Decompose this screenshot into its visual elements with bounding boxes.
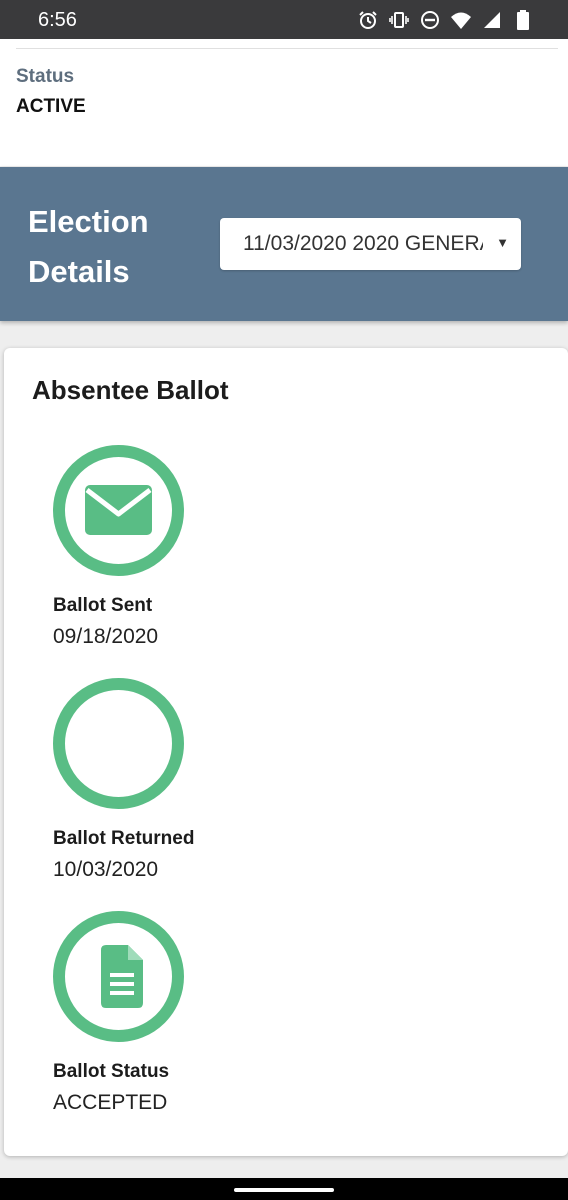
battery-icon: [512, 9, 534, 31]
empty-circle-icon: [53, 678, 184, 809]
ballot-status-step: Ballot Status ACCEPTED: [53, 911, 353, 1121]
do-not-disturb-icon: [419, 9, 441, 31]
status-label: Status: [16, 66, 75, 87]
ballot-sent-step: Ballot Sent 09/18/2020: [53, 445, 353, 655]
vibrate-icon: [388, 9, 410, 31]
navigation-bar: [0, 1178, 568, 1200]
wifi-icon: [450, 9, 472, 31]
ballot-status-value: ACCEPTED: [53, 1091, 168, 1114]
dropdown-arrow-icon: ▼: [496, 235, 509, 250]
election-details-title: Election Details: [28, 204, 149, 289]
election-details-header: Election Details 11/03/2020 2020 GENERAL…: [0, 167, 568, 321]
signal-icon: [481, 9, 503, 31]
home-gesture-handle[interactable]: [234, 1188, 334, 1192]
ballot-status-label: Ballot Status: [53, 1061, 170, 1082]
ballot-returned-date: 10/03/2020: [53, 858, 159, 881]
envelope-icon: [53, 445, 184, 576]
ballot-returned-label: Ballot Returned: [53, 828, 195, 849]
ballot-returned-step: Ballot Returned 10/03/2020: [53, 678, 353, 888]
status-bar: 6:56: [0, 0, 568, 39]
document-icon: [53, 911, 184, 1042]
ballot-sent-label: Ballot Sent: [53, 595, 153, 616]
voter-status-section: Status ACTIVE: [0, 39, 568, 166]
ballot-sent-date: 09/18/2020: [53, 625, 159, 648]
election-select-value: 11/03/2020 2020 GENERAL: [243, 232, 483, 255]
status-value: ACTIVE: [16, 96, 86, 117]
election-select[interactable]: 11/03/2020 2020 GENERAL ▼: [220, 218, 521, 270]
alarm-icon: [357, 9, 379, 31]
divider: [16, 48, 558, 49]
clock-time: 6:56: [38, 9, 77, 31]
absentee-ballot-card: Absentee Ballot Ballot Sent 09/18/2020 B…: [4, 348, 568, 1156]
status-icons: [357, 9, 534, 31]
absentee-ballot-title: Absentee Ballot: [32, 375, 229, 405]
